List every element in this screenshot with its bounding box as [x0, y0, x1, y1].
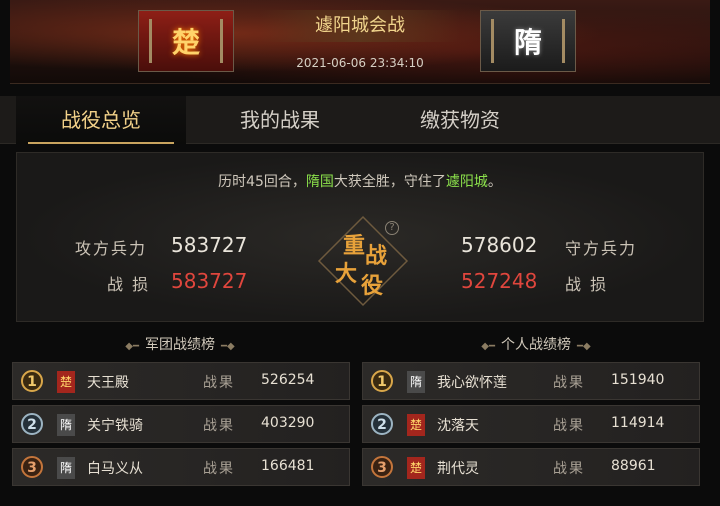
faction-chu-icon: 楚	[407, 457, 425, 479]
battle-title: 遽阳城会战	[260, 10, 460, 42]
defend-loss-label: 战 损	[565, 275, 609, 294]
score-label: 战果	[553, 375, 585, 391]
battle-timestamp: 2021-06-06 23:34:10	[296, 56, 424, 70]
attack-loss-value: 583727	[171, 269, 248, 293]
legion-name: 天王殿	[87, 375, 129, 391]
emblem-char-3: 大	[335, 261, 357, 287]
score-label: 战果	[553, 418, 585, 434]
faction-sui-icon: 隋	[57, 414, 75, 436]
player-name: 荆代灵	[437, 461, 479, 477]
attack-loss-label: 战 损	[107, 275, 151, 294]
summary-mid: 大获全胜，守住了	[333, 174, 446, 190]
tab-my-results[interactable]: 我的战果	[195, 96, 365, 144]
score-label: 战果	[203, 418, 235, 434]
summary-suffix: 。	[487, 174, 502, 190]
score-label: 战果	[203, 375, 235, 391]
emblem-char-4: 役	[361, 273, 383, 299]
defend-troops-label: 守方兵力	[565, 239, 638, 258]
rank-3-medal-icon: 3	[371, 456, 393, 478]
personal-rank-row[interactable]: 3 楚 荆代灵 战果 88961	[362, 448, 700, 486]
player-name: 我心欲怀莲	[437, 375, 507, 391]
tab-battle-overview[interactable]: 战役总览	[16, 96, 186, 144]
summary-city: 遽阳城	[445, 174, 488, 190]
score-value: 526254	[261, 372, 315, 388]
defender-faction-char: 隋	[513, 26, 543, 59]
ornament-left-icon: ◆━	[481, 341, 495, 352]
ornament-right-icon: ━◆	[221, 341, 235, 352]
attacker-flag: 楚	[138, 10, 234, 72]
faction-sui-icon: 隋	[407, 371, 425, 393]
legion-rank-header: ◆━ 军团战绩榜 ━◆	[10, 334, 350, 354]
battle-banner: 楚 遽阳城会战 2021-06-06 23:34:10 隋	[10, 0, 710, 84]
ornament-left-icon: ◆━	[125, 341, 139, 352]
score-value: 166481	[261, 458, 315, 474]
summary-prefix: 历时45回合，	[218, 174, 306, 190]
faction-chu-icon: 楚	[407, 414, 425, 436]
legion-name: 白马义从	[87, 461, 143, 477]
legion-rank-row[interactable]: 2 隋 关宁铁骑 战果 403290	[12, 405, 350, 443]
defend-loss-value: 527248	[461, 269, 538, 293]
attacker-faction-char: 楚	[171, 26, 201, 59]
emblem-char-2: 战	[365, 243, 387, 269]
defend-troops-value: 578602	[461, 233, 538, 257]
attack-troops-value: 583727	[171, 233, 248, 257]
personal-rank-row[interactable]: 2 楚 沈落天 战果 114914	[362, 405, 700, 443]
summary-winner: 隋国	[305, 174, 334, 190]
battle-summary: 历时45回合，隋国大获全胜，守住了遽阳城。	[17, 171, 703, 191]
personal-rank-row[interactable]: 1 隋 我心欲怀莲 战果 151940	[362, 362, 700, 400]
rank-2-medal-icon: 2	[371, 413, 393, 435]
score-value: 88961	[611, 458, 656, 474]
rank-1-medal-icon: 1	[371, 370, 393, 392]
rank-1-medal-icon: 1	[21, 370, 43, 392]
personal-rank-title: 个人战绩榜	[501, 337, 571, 353]
faction-sui-icon: 隋	[57, 457, 75, 479]
legion-name: 关宁铁骑	[87, 418, 143, 434]
ornament-right-icon: ━◆	[577, 341, 591, 352]
rank-2-medal-icon: 2	[21, 413, 43, 435]
help-icon[interactable]: ?	[385, 221, 399, 235]
rank-3-medal-icon: 3	[21, 456, 43, 478]
overview-panel: 历时45回合，隋国大获全胜，守住了遽阳城。 攻方兵力 583727 战 损 58…	[16, 152, 704, 322]
attack-troops-label: 攻方兵力	[75, 239, 148, 258]
score-label: 战果	[553, 461, 585, 477]
score-value: 114914	[611, 415, 665, 431]
personal-rank-header: ◆━ 个人战绩榜 ━◆	[366, 334, 706, 354]
score-value: 151940	[611, 372, 665, 388]
player-name: 沈落天	[437, 418, 479, 434]
defender-flag: 隋	[480, 10, 576, 72]
score-value: 403290	[261, 415, 315, 431]
legion-rank-row[interactable]: 3 隋 白马义从 战果 166481	[12, 448, 350, 486]
legion-rank-title: 军团战绩榜	[145, 337, 215, 353]
emblem-char-1: 重	[343, 233, 365, 259]
score-label: 战果	[203, 461, 235, 477]
tab-captured-supplies[interactable]: 缴获物资	[375, 96, 545, 144]
legion-rank-row[interactable]: 1 楚 天王殿 战果 526254	[12, 362, 350, 400]
tab-bar: 战役总览 我的战果 缴获物资	[0, 96, 720, 144]
faction-chu-icon: 楚	[57, 371, 75, 393]
